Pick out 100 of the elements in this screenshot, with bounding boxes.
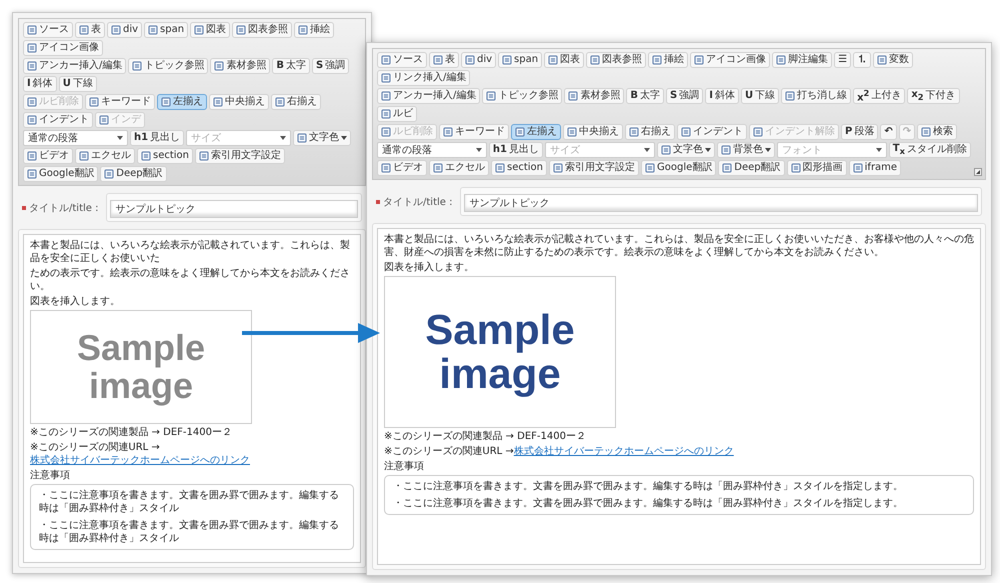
title-field[interactable]: サンプルトピック xyxy=(106,193,362,222)
toolbar-button[interactable]: ソース xyxy=(23,22,73,38)
document-icon xyxy=(27,169,37,179)
toolbar-button[interactable]: ↶ xyxy=(880,124,897,140)
toolbar-button[interactable]: アンカー挿入/編集 xyxy=(23,58,126,74)
toolbar-button[interactable]: section xyxy=(491,160,548,176)
document-icon xyxy=(921,127,932,137)
toolbar-button[interactable]: x$_{2}$ 下付き xyxy=(907,88,960,104)
toolbar-button[interactable]: アイコン画像 xyxy=(23,40,103,56)
toolbar-button[interactable]: span xyxy=(498,52,542,68)
toolbar-button[interactable]: ビデオ xyxy=(377,160,427,176)
document-icon xyxy=(568,91,578,101)
toolbar-button[interactable]: P 段落 xyxy=(841,124,878,140)
toolbar-button[interactable]: 表 xyxy=(75,22,105,38)
toolbar-button[interactable]: 図表 xyxy=(190,22,230,38)
toolbar-button[interactable]: 右揃え xyxy=(625,124,675,140)
toolbar-button[interactable]: 図表参照 xyxy=(232,22,292,38)
toolbar-button[interactable]: iframe xyxy=(848,160,902,176)
toolbar-button[interactable]: Deep翻訳 xyxy=(718,160,785,176)
toolbar-button[interactable]: U 下線 xyxy=(58,76,97,92)
toolbar-button[interactable]: Deep翻訳 xyxy=(100,166,167,182)
document-icon xyxy=(433,55,443,65)
document-icon xyxy=(790,163,801,173)
homepage-link[interactable]: 株式会社サイバーテックホームページへのリンク xyxy=(30,454,250,467)
toolbar-button[interactable]: Google翻訳 xyxy=(23,166,98,182)
toolbar-button[interactable]: キーワード xyxy=(439,124,509,140)
toolbar-button[interactable]: エクセル xyxy=(429,160,489,176)
toolbar-button[interactable]: h1 見出し xyxy=(488,142,543,158)
toolbar-button[interactable]: 表 xyxy=(429,52,459,68)
toolbar-button[interactable]: S 強調 xyxy=(666,88,704,104)
toolbar-button[interactable]: div xyxy=(107,22,142,38)
toolbar-button[interactable]: 素材参照 xyxy=(564,88,624,104)
title-field[interactable]: サンプルトピック xyxy=(460,187,982,216)
toolbar-button[interactable]: 挿絵 xyxy=(294,22,334,38)
document-icon xyxy=(776,55,786,65)
toolbar-button[interactable]: 文字色 xyxy=(656,142,715,158)
dropdown[interactable]: 通常の段落 xyxy=(377,142,487,158)
toolbar-button[interactable]: 左揃え xyxy=(511,124,561,140)
toolbar-button[interactable]: section xyxy=(137,148,194,164)
document-icon xyxy=(89,97,99,107)
toolbar-button[interactable]: エクセル xyxy=(75,148,135,164)
toolbar-button[interactable]: S 強調 xyxy=(312,58,350,74)
toolbar-button[interactable]: インデント xyxy=(23,112,93,128)
toolbar-button[interactable]: Google翻訳 xyxy=(641,160,716,176)
toolbar-button[interactable]: 右揃え xyxy=(271,94,321,110)
toolbar-button[interactable]: 挿絵 xyxy=(648,52,688,68)
resize-icon[interactable] xyxy=(974,168,982,176)
notes-heading: 注意事項 xyxy=(384,460,425,473)
toolbar-button[interactable]: 図形描画 xyxy=(786,160,847,176)
toolbar-button[interactable]: ソース xyxy=(377,52,427,68)
toolbar-button[interactable]: トピック参照 xyxy=(128,58,208,74)
toolbar-button[interactable]: 図表参照 xyxy=(586,52,646,68)
image-text: Sample image xyxy=(424,308,576,396)
toolbar-button[interactable]: 検索 xyxy=(917,124,958,140)
toolbar-button[interactable]: 背景色 xyxy=(716,142,775,158)
toolbar-button[interactable]: I 斜体 xyxy=(23,76,57,92)
toolbar-button[interactable]: 打ち消し線 xyxy=(781,88,852,104)
toolbar-button[interactable]: 図表 xyxy=(544,52,584,68)
toolbar-button[interactable]: 素材参照 xyxy=(210,58,270,74)
related-product-text: ※このシリーズの関連製品 → DEF-1400ー２ xyxy=(30,426,233,439)
toolbar-button[interactable]: ☰ xyxy=(834,52,852,68)
toolbar-button[interactable]: div xyxy=(461,52,496,68)
toolbar-button[interactable]: トピック参照 xyxy=(482,88,562,104)
toolbar-button[interactable]: B 太字 xyxy=(272,58,310,74)
homepage-link[interactable]: 株式会社サイバーテックホームページへのリンク xyxy=(514,445,734,458)
toolbar-button[interactable]: I 斜体 xyxy=(705,88,739,104)
dropdown[interactable]: 通常の段落 xyxy=(23,130,128,146)
toolbar-button[interactable]: リンク挿入/編集 xyxy=(377,70,470,86)
document-icon xyxy=(27,61,37,71)
document-icon xyxy=(495,163,505,173)
toolbar-button[interactable]: ルビ xyxy=(377,106,417,122)
related-url-text: ※このシリーズの関連URL → xyxy=(384,445,514,458)
toolbar-button[interactable]: 中央揃え xyxy=(563,124,623,140)
document-icon xyxy=(515,127,525,137)
toolbar-button[interactable]: ⒈ xyxy=(853,52,872,68)
toolbar-button[interactable]: 索引用文字設定 xyxy=(549,160,640,176)
toolbar-button[interactable]: h1 見出し xyxy=(130,130,184,146)
note-text: ・ここに注意事項を書きます。文書を囲み罫で囲みます。編集する時は「囲み罫枠付き」スタイル xyxy=(39,519,340,545)
toolbar-button[interactable]: 文字色 xyxy=(293,130,352,146)
document-icon xyxy=(79,151,89,161)
toolbar-button[interactable]: 脚注編集 xyxy=(772,52,832,68)
toolbar-button[interactable]: キーワード xyxy=(85,94,155,110)
paragraph: ための表示です。絵表示の意味をよく理解してから本文をお読みください。 xyxy=(30,267,351,293)
toolbar-button[interactable]: span xyxy=(144,22,188,38)
toolbar-button[interactable]: T$_{x}$ スタイル削除 xyxy=(888,142,971,158)
toolbar-button[interactable]: x$^{2}$ 上付き xyxy=(853,88,906,104)
document-icon xyxy=(161,97,171,107)
toolbar-button[interactable]: 中央揃え xyxy=(209,94,269,110)
toolbar-button[interactable]: ビデオ xyxy=(23,148,73,164)
toolbar-button[interactable]: 索引用文字設定 xyxy=(195,148,286,164)
toolbar-button[interactable]: U 下線 xyxy=(740,88,780,104)
toolbar-button[interactable]: アイコン画像 xyxy=(690,52,770,68)
toolbar-button[interactable]: B 太字 xyxy=(626,88,664,104)
toolbar-button[interactable]: 変数 xyxy=(873,52,914,68)
document-icon xyxy=(753,127,763,137)
toolbar-button[interactable]: アンカー挿入/編集 xyxy=(377,88,480,104)
toolbar-button[interactable]: インデント xyxy=(677,124,747,140)
toolbar-button[interactable]: 左揃え xyxy=(157,94,207,110)
document-icon xyxy=(199,151,210,161)
document-icon xyxy=(297,133,308,143)
